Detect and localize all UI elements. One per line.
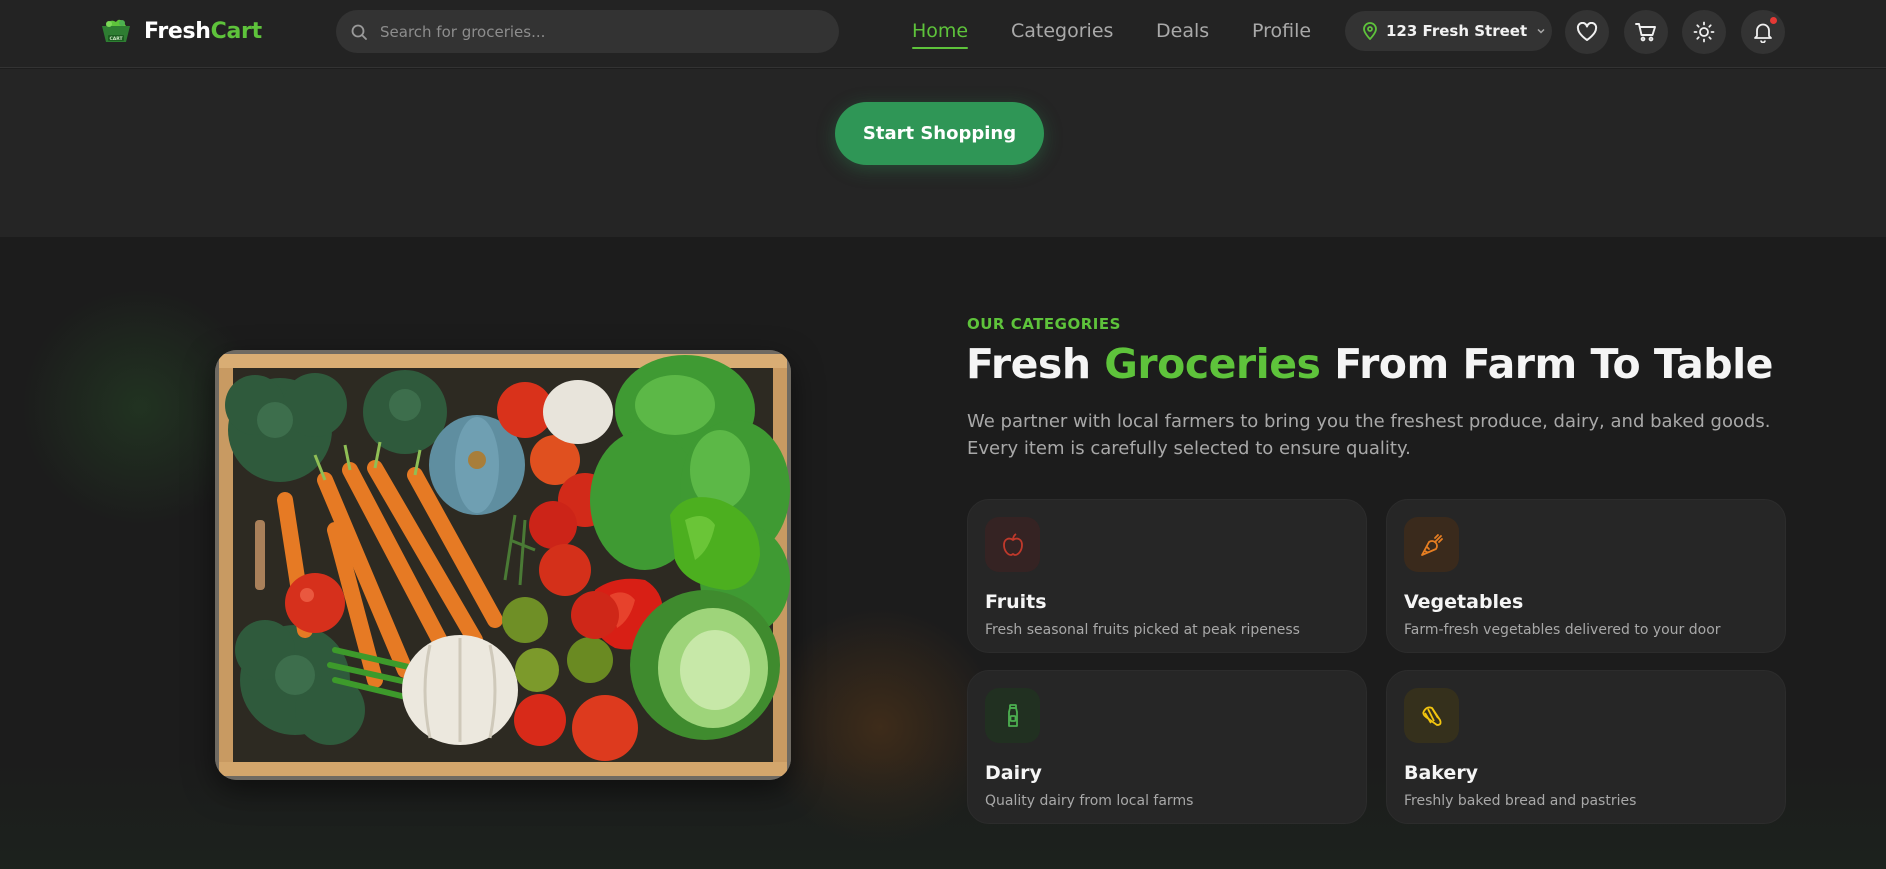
wishlist-button[interactable]: [1565, 10, 1609, 54]
notifications-button[interactable]: [1741, 10, 1785, 54]
sun-icon: [1693, 21, 1715, 43]
theme-toggle-button[interactable]: [1682, 10, 1726, 54]
category-icon-badge: [1404, 688, 1459, 743]
cart-button[interactable]: [1624, 10, 1668, 54]
start-shopping-button[interactable]: Start Shopping: [835, 102, 1044, 165]
hero-section: Start Shopping: [0, 69, 1886, 237]
nav-deals[interactable]: Deals: [1156, 20, 1209, 42]
navbar: CART FreshCart Home Categories Deals Pro…: [0, 0, 1886, 68]
heart-icon: [1576, 22, 1598, 41]
category-card-bakery[interactable]: Bakery Freshly baked bread and pastries: [1386, 670, 1786, 824]
search-input[interactable]: [380, 22, 839, 41]
category-description: Quality dairy from local farms: [985, 793, 1194, 809]
notification-dot: [1770, 17, 1777, 24]
nav-home[interactable]: Home: [912, 20, 969, 49]
logo-basket-icon: CART: [102, 19, 130, 42]
map-pin-icon: [1363, 22, 1377, 40]
category-icon-badge: [1404, 517, 1459, 572]
brand-logo[interactable]: CART FreshCart: [98, 16, 262, 46]
bell-icon: [1754, 23, 1772, 43]
category-title: Bakery: [1404, 762, 1479, 784]
search-icon: [351, 24, 367, 40]
nav-profile[interactable]: Profile: [1252, 20, 1311, 42]
location-label: 123 Fresh Street: [1386, 22, 1528, 40]
vegetable-crate-illustration: [215, 350, 791, 780]
category-description: Freshly baked bread and pastries: [1404, 793, 1637, 809]
search-bar[interactable]: [336, 10, 839, 53]
location-selector[interactable]: 123 Fresh Street: [1345, 11, 1552, 51]
section-description: We partner with local farmers to bring y…: [967, 411, 1771, 459]
category-card-dairy[interactable]: Dairy Quality dairy from local farms: [967, 670, 1367, 824]
category-card-fruits[interactable]: Fruits Fresh seasonal fruits picked at p…: [967, 499, 1367, 653]
croissant-icon: [1421, 706, 1441, 726]
logo-caption: CART: [109, 36, 123, 42]
section-kicker: OUR CATEGORIES: [967, 315, 1121, 333]
categories-section: OUR CATEGORIES Fresh Groceries From Farm…: [0, 237, 1886, 869]
category-icon-badge: [985, 688, 1040, 743]
category-description: Fresh seasonal fruits picked at peak rip…: [985, 622, 1300, 638]
apple-icon: [1002, 532, 1023, 556]
section-headline: Fresh Groceries From Farm To Table: [966, 340, 1773, 388]
category-title: Dairy: [985, 762, 1042, 784]
category-description: Farm-fresh vegetables delivered to your …: [1404, 622, 1721, 638]
nav-categories[interactable]: Categories: [1011, 20, 1113, 42]
category-title: Vegetables: [1404, 591, 1524, 613]
cart-icon: [1635, 23, 1656, 42]
milk-bottle-icon: [1007, 703, 1018, 727]
produce-crate-image: [215, 350, 791, 780]
carrot-icon: [1420, 533, 1443, 556]
category-card-vegetables[interactable]: Vegetables Farm-fresh vegetables deliver…: [1386, 499, 1786, 653]
category-title: Fruits: [985, 591, 1047, 613]
brand-name: FreshCart: [144, 18, 262, 44]
category-icon-badge: [985, 517, 1040, 572]
chevron-down-icon: [1537, 28, 1545, 34]
